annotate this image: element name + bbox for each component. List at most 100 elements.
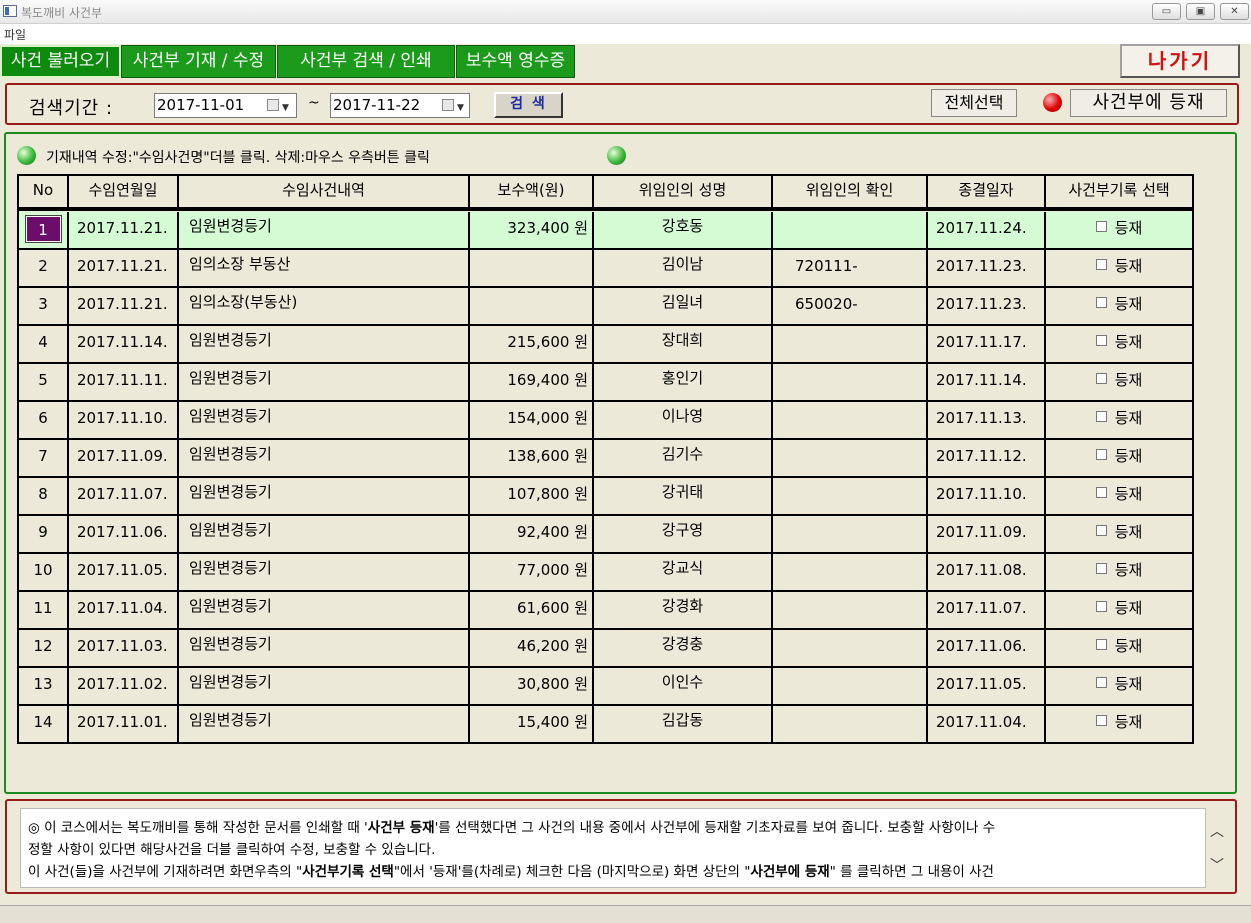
cell-client-name: 김일녀 — [594, 288, 773, 324]
register-button[interactable]: 사건부에 등재 — [1070, 89, 1227, 117]
cell-close-date: 2017.11.24. — [928, 212, 1046, 248]
register-checkbox[interactable] — [1095, 639, 1107, 650]
table-row[interactable]: 14 2017.11.01. 임원변경등기 15,400 원 김갑동 2017.11.04… — [19, 706, 1192, 744]
register-checkbox[interactable] — [1095, 601, 1107, 612]
cell-case-detail[interactable]: 임원변경등기 — [179, 478, 470, 514]
cell-client-id — [773, 630, 928, 666]
register-checkbox[interactable] — [1095, 221, 1107, 232]
cell-fee: 138,600 원 — [470, 440, 594, 476]
select-all-button[interactable]: 전체선택 — [931, 89, 1017, 117]
table-row[interactable]: 7 2017.11.09. 임원변경등기 138,600 원 김기수 2017.11.12… — [19, 440, 1192, 478]
cell-case-detail[interactable]: 임원변경등기 — [179, 212, 470, 248]
info-line-3: 이 사건(들)을 사건부에 기재하려면 화면우측의 "사건부기록 선택"에서 '… — [28, 864, 994, 880]
cell-client-id — [773, 212, 928, 248]
cell-register-select[interactable]: 등재 — [1046, 630, 1192, 666]
register-checkbox[interactable] — [1095, 335, 1107, 346]
cell-register-select[interactable]: 등재 — [1046, 668, 1192, 704]
cell-client-id — [773, 326, 928, 362]
cell-client-id — [773, 668, 928, 704]
cell-case-detail[interactable]: 임원변경등기 — [179, 326, 470, 362]
info-line-1: ◎ 이 코스에서는 복도깨비를 통해 작성한 문서를 인쇄할 때 '사건부 등재… — [28, 820, 996, 836]
cell-register-select[interactable]: 등재 — [1046, 364, 1192, 400]
register-checkbox[interactable] — [1095, 715, 1107, 726]
scroll-down-icon[interactable]: ﹀ — [1210, 855, 1224, 875]
register-checkbox[interactable] — [1095, 677, 1107, 688]
cell-register-select[interactable]: 등재 — [1046, 402, 1192, 438]
cell-case-detail[interactable]: 임원변경등기 — [179, 668, 470, 704]
register-checkbox[interactable] — [1095, 563, 1107, 574]
cell-accept-date: 2017.11.03. — [69, 630, 179, 666]
cell-register-select[interactable]: 등재 — [1046, 706, 1192, 742]
register-checkbox[interactable] — [1095, 297, 1107, 308]
cell-case-detail[interactable]: 임원변경등기 — [179, 706, 470, 742]
end-date-picker[interactable]: 2017-11-22 ▼ — [330, 93, 470, 118]
cell-register-select[interactable]: 등재 — [1046, 288, 1192, 324]
table-row[interactable]: 1 2017.11.21. 임원변경등기 323,400 원 강호동 2017.11.24… — [19, 212, 1192, 250]
register-checkbox[interactable] — [1095, 373, 1107, 384]
cell-accept-date: 2017.11.09. — [69, 440, 179, 476]
cell-case-detail[interactable]: 임원변경등기 — [179, 440, 470, 476]
cell-case-detail[interactable]: 임원변경등기 — [179, 592, 470, 628]
cell-case-detail[interactable]: 임의소장(부동산) — [179, 288, 470, 324]
table-row[interactable]: 3 2017.11.21. 임의소장(부동산) 김일녀 650020- 2017.11.2… — [19, 288, 1192, 326]
table-row[interactable]: 13 2017.11.02. 임원변경등기 30,800 원 이인수 2017.11.05… — [19, 668, 1192, 706]
tab-edit-register[interactable]: 사건부 기재 / 수정 — [121, 45, 276, 78]
info-text[interactable]: ◎ 이 코스에서는 복도깨비를 통해 작성한 문서를 인쇄할 때 '사건부 등재… — [20, 808, 1206, 888]
cell-register-select[interactable]: 등재 — [1046, 212, 1192, 248]
tab-fee-receipt[interactable]: 보수액 영수증 — [456, 45, 575, 78]
cell-register-select[interactable]: 등재 — [1046, 516, 1192, 552]
cell-case-detail[interactable]: 임원변경등기 — [179, 516, 470, 552]
cell-client-id — [773, 478, 928, 514]
header-accept-date: 수임연월일 — [69, 176, 179, 207]
register-checkbox-label: 등재 — [1114, 675, 1143, 693]
cell-case-detail[interactable]: 임원변경등기 — [179, 364, 470, 400]
register-checkbox-label: 등재 — [1114, 409, 1143, 427]
exit-button[interactable]: 나가기 — [1120, 44, 1240, 78]
header-register-select: 사건부기록 선택 — [1068, 181, 1170, 199]
register-checkbox[interactable] — [1095, 449, 1107, 460]
tab-search-print[interactable]: 사건부 검색 / 인쇄 — [277, 45, 455, 78]
cell-accept-date: 2017.11.06. — [69, 516, 179, 552]
app-icon — [3, 5, 17, 17]
register-checkbox[interactable] — [1095, 259, 1107, 270]
close-button[interactable]: ✕ — [1220, 3, 1249, 20]
cell-register-select[interactable]: 등재 — [1046, 478, 1192, 514]
minimize-button[interactable]: ▭ — [1152, 3, 1181, 20]
menu-file[interactable]: 파일 — [4, 26, 26, 43]
table-row[interactable]: 4 2017.11.14. 임원변경등기 215,600 원 장대희 2017.11.17… — [19, 326, 1192, 364]
cell-register-select[interactable]: 등재 — [1046, 592, 1192, 628]
table-row[interactable]: 12 2017.11.03. 임원변경등기 46,200 원 강경충 2017.11.06… — [19, 630, 1192, 668]
cell-fee: 323,400 원 — [470, 212, 594, 248]
table-row[interactable]: 8 2017.11.07. 임원변경등기 107,800 원 강귀태 2017.11.10… — [19, 478, 1192, 516]
maximize-button[interactable]: ▣ — [1186, 3, 1215, 20]
register-checkbox[interactable] — [1095, 411, 1107, 422]
cell-close-date: 2017.11.09. — [928, 516, 1046, 552]
info-frame: ◎ 이 코스에서는 복도깨비를 통해 작성한 문서를 인쇄할 때 '사건부 등재… — [5, 799, 1237, 894]
cell-accept-date: 2017.11.02. — [69, 668, 179, 704]
table-row[interactable]: 11 2017.11.04. 임원변경등기 61,600 원 강경화 2017.11.07… — [19, 592, 1192, 630]
cell-no: 1 — [19, 212, 69, 248]
tab-load-cases[interactable]: 사건 불러오기 — [0, 45, 121, 78]
cell-case-detail[interactable]: 임의소장 부동산 — [179, 250, 470, 286]
cell-close-date: 2017.11.12. — [928, 440, 1046, 476]
table-row[interactable]: 6 2017.11.10. 임원변경등기 154,000 원 이나영 2017.11.13… — [19, 402, 1192, 440]
table-row[interactable]: 5 2017.11.11. 임원변경등기 169,400 원 홍인기 2017.11.14… — [19, 364, 1192, 402]
cell-register-select[interactable]: 등재 — [1046, 326, 1192, 362]
search-button[interactable]: 검 색 — [494, 92, 563, 118]
cell-register-select[interactable]: 등재 — [1046, 440, 1192, 476]
table-row[interactable]: 10 2017.11.05. 임원변경등기 77,000 원 강교식 2017.11.08… — [19, 554, 1192, 592]
cell-register-select[interactable]: 등재 — [1046, 250, 1192, 286]
cell-no: 3 — [19, 288, 69, 324]
start-date-picker[interactable]: 2017-11-01 ▼ — [154, 93, 297, 118]
cell-case-detail[interactable]: 임원변경등기 — [179, 630, 470, 666]
cell-case-detail[interactable]: 임원변경등기 — [179, 554, 470, 590]
cell-case-detail[interactable]: 임원변경등기 — [179, 402, 470, 438]
start-date-value: 2017-11-01 — [157, 96, 245, 114]
scroll-up-icon[interactable]: ︿ — [1210, 821, 1224, 841]
table-row[interactable]: 9 2017.11.06. 임원변경등기 92,400 원 강구영 2017.11.09.… — [19, 516, 1192, 554]
cell-fee — [470, 250, 594, 286]
register-checkbox[interactable] — [1095, 525, 1107, 536]
cell-register-select[interactable]: 등재 — [1046, 554, 1192, 590]
register-checkbox[interactable] — [1095, 487, 1107, 498]
table-row[interactable]: 2 2017.11.21. 임의소장 부동산 김이남 720111- 2017.11.23… — [19, 250, 1192, 288]
